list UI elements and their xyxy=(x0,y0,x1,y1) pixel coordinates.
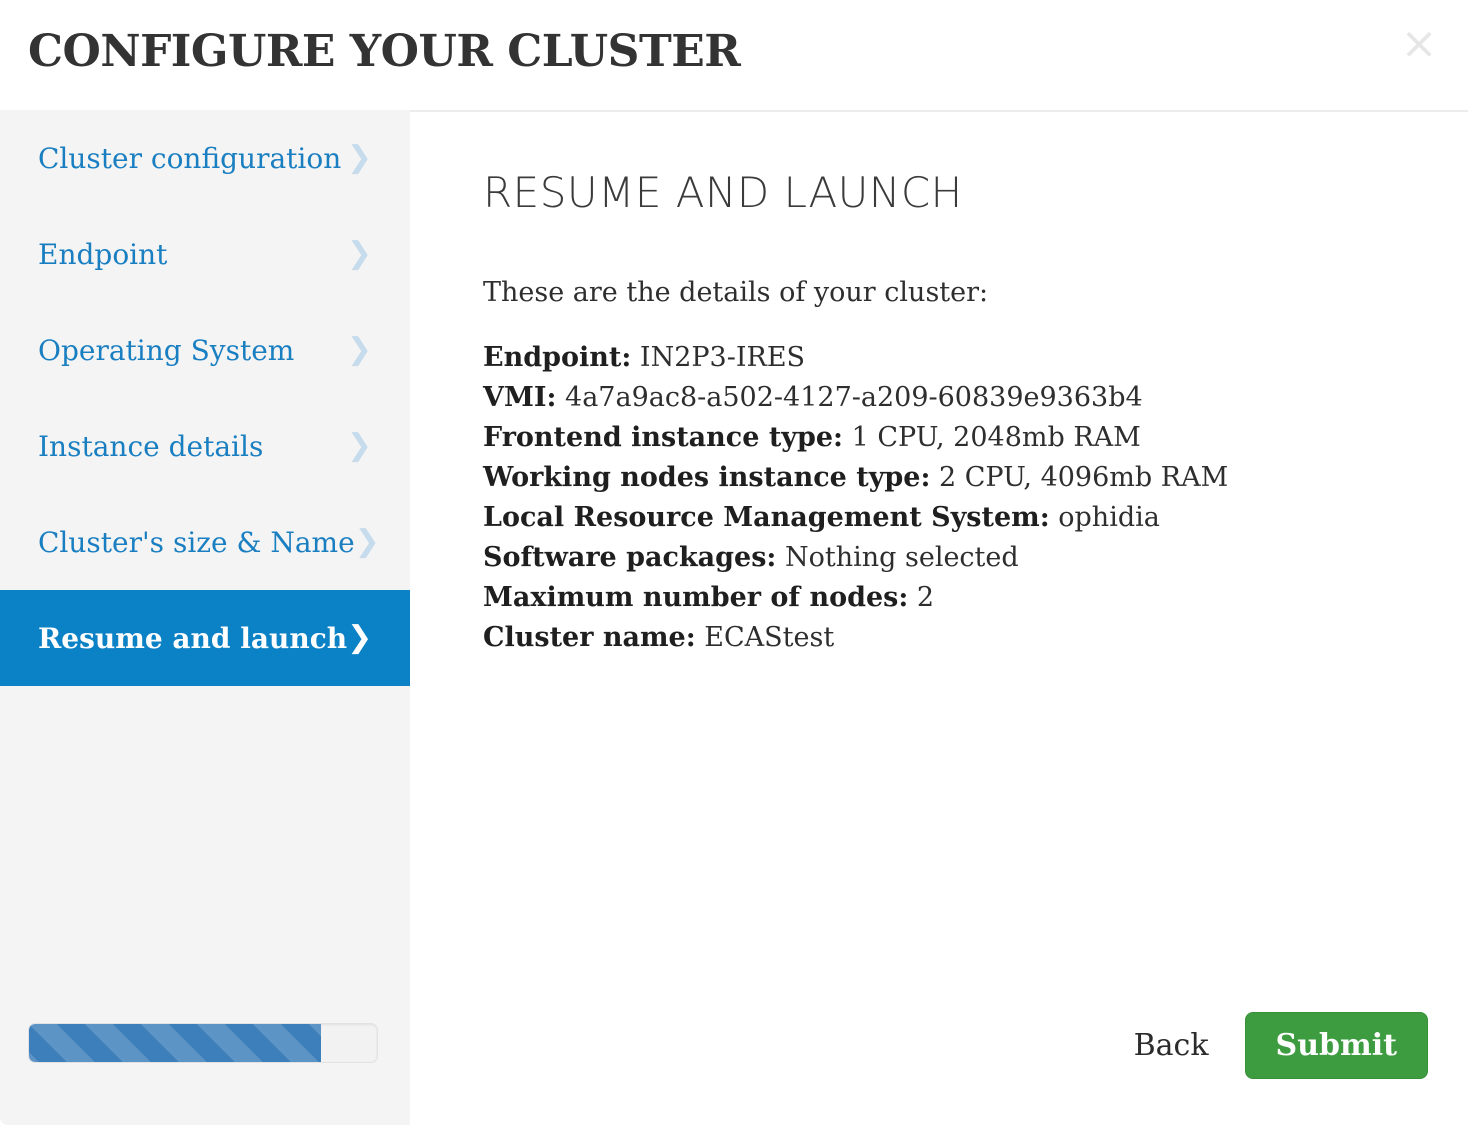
detail-key: Cluster name: xyxy=(483,622,696,653)
chevron-right-icon: ❯ xyxy=(347,143,372,173)
sidebar-item-resume-and-launch[interactable]: Resume and launch ❯ xyxy=(0,590,410,686)
detail-key: VMI: xyxy=(483,382,556,413)
detail-row: Software packages: Nothing selected xyxy=(483,538,1428,578)
sidebar-item-clusters-size-and-name[interactable]: Cluster's size & Name ❯ xyxy=(0,494,410,590)
sidebar-item-label: Operating System xyxy=(38,334,294,367)
detail-row: VMI: 4a7a9ac8-a502-4127-a209-60839e9363b… xyxy=(483,378,1428,418)
chevron-right-icon: ❯ xyxy=(347,431,372,461)
sidebar-item-instance-details[interactable]: Instance details ❯ xyxy=(0,398,410,494)
dialog-header: CONFIGURE YOUR CLUSTER × xyxy=(0,0,1468,110)
sidebar-item-label: Resume and launch xyxy=(38,622,347,655)
sidebar-item-label: Instance details xyxy=(38,430,263,463)
detail-row: Local Resource Management System: ophidi… xyxy=(483,498,1428,538)
cluster-details-list: Endpoint: IN2P3-IRES VMI: 4a7a9ac8-a502-… xyxy=(483,338,1428,658)
detail-value: IN2P3-IRES xyxy=(640,342,805,373)
section-heading: RESUME AND LAUNCH xyxy=(483,168,1428,217)
detail-key: Local Resource Management System: xyxy=(483,502,1050,533)
close-icon[interactable]: × xyxy=(1396,22,1442,68)
detail-key: Maximum number of nodes: xyxy=(483,582,908,613)
detail-value: 4a7a9ac8-a502-4127-a209-60839e9363b4 xyxy=(565,382,1143,413)
sidebar-item-endpoint[interactable]: Endpoint ❯ xyxy=(0,206,410,302)
detail-value: Nothing selected xyxy=(785,542,1019,573)
chevron-right-icon: ❯ xyxy=(347,239,372,269)
detail-row: Cluster name: ECAStest xyxy=(483,618,1428,658)
back-button[interactable]: Back xyxy=(1134,1028,1209,1063)
detail-key: Endpoint: xyxy=(483,342,631,373)
chevron-right-icon: ❯ xyxy=(355,527,380,557)
sidebar-item-label: Endpoint xyxy=(38,238,167,271)
wizard-progress-fill xyxy=(29,1024,321,1062)
wizard-content-panel: RESUME AND LAUNCH These are the details … xyxy=(410,110,1468,1125)
sidebar-item-label: Cluster's size & Name xyxy=(38,526,355,559)
sidebar-item-cluster-configuration[interactable]: Cluster configuration ❯ xyxy=(0,110,410,206)
detail-value: ophidia xyxy=(1058,502,1160,533)
intro-text: These are the details of your cluster: xyxy=(483,277,1428,308)
detail-row: Working nodes instance type: 2 CPU, 4096… xyxy=(483,458,1428,498)
page-title: CONFIGURE YOUR CLUSTER xyxy=(28,26,740,77)
wizard-progress-bar xyxy=(28,1023,378,1063)
detail-value: ECAStest xyxy=(704,622,834,653)
detail-row: Maximum number of nodes: 2 xyxy=(483,578,1428,618)
sidebar-item-label: Cluster configuration xyxy=(38,142,341,175)
chevron-right-icon: ❯ xyxy=(347,623,372,653)
detail-value: 2 xyxy=(917,582,934,613)
submit-button[interactable]: Submit xyxy=(1245,1012,1428,1079)
wizard-step-list: Cluster configuration ❯ Endpoint ❯ Opera… xyxy=(0,110,410,686)
content-inner: RESUME AND LAUNCH These are the details … xyxy=(483,112,1428,658)
dialog-footer-actions: Back Submit xyxy=(1134,1012,1428,1079)
detail-key: Working nodes instance type: xyxy=(483,462,930,493)
chevron-right-icon: ❯ xyxy=(347,335,372,365)
dialog-body: Cluster configuration ❯ Endpoint ❯ Opera… xyxy=(0,110,1468,1125)
detail-key: Software packages: xyxy=(483,542,776,573)
sidebar-item-operating-system[interactable]: Operating System ❯ xyxy=(0,302,410,398)
configure-cluster-dialog: CONFIGURE YOUR CLUSTER × Cluster configu… xyxy=(0,0,1468,1125)
wizard-sidebar: Cluster configuration ❯ Endpoint ❯ Opera… xyxy=(0,110,410,1125)
detail-value: 1 CPU, 2048mb RAM xyxy=(852,422,1141,453)
detail-value: 2 CPU, 4096mb RAM xyxy=(939,462,1228,493)
detail-row: Frontend instance type: 1 CPU, 2048mb RA… xyxy=(483,418,1428,458)
detail-row: Endpoint: IN2P3-IRES xyxy=(483,338,1428,378)
detail-key: Frontend instance type: xyxy=(483,422,843,453)
